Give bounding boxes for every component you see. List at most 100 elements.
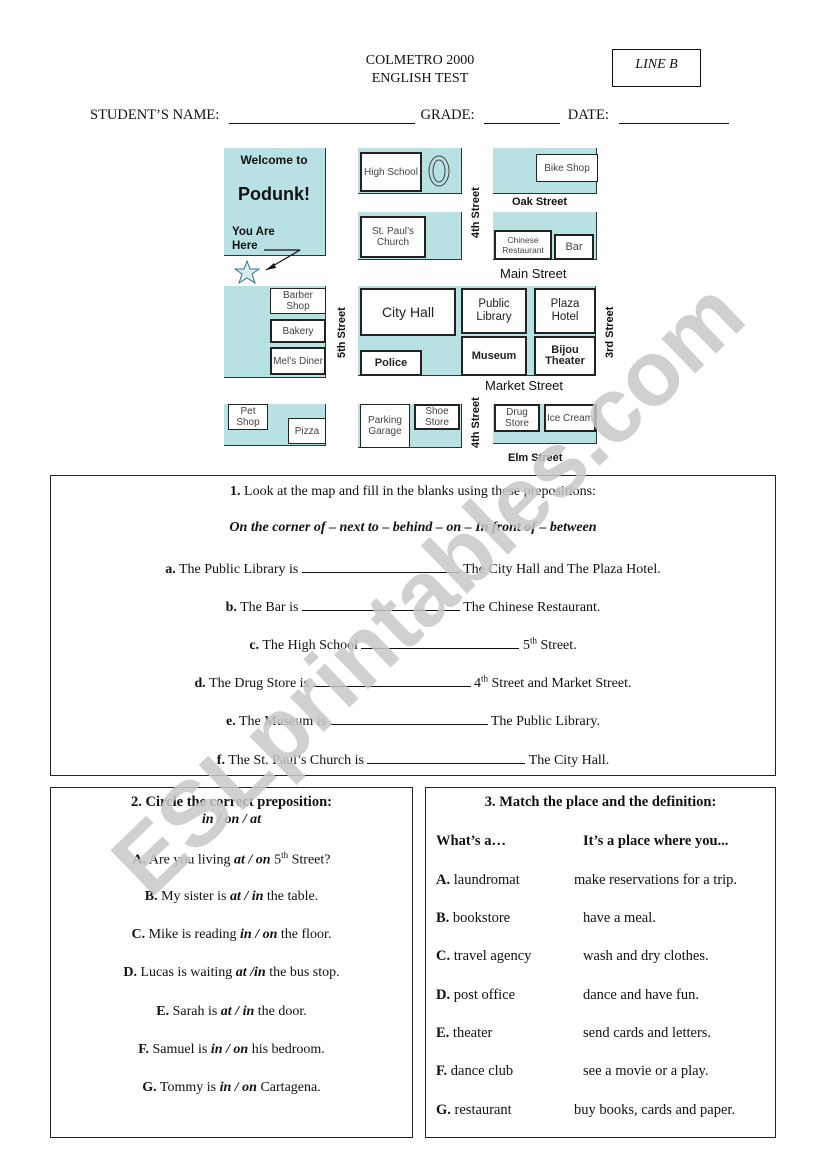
item-text-after: Cartagena. — [260, 1080, 321, 1095]
place-name: laundromat — [453, 872, 520, 888]
match-definition[interactable]: have a meal. — [583, 910, 656, 927]
answer-blank[interactable] — [329, 711, 488, 725]
place-name: bookstore — [452, 910, 511, 926]
match-place[interactable]: B. bookstore — [436, 910, 510, 927]
item-text-before: Are you living — [148, 852, 231, 868]
item-text-after: The City Hall. — [528, 753, 610, 768]
student-name-field[interactable] — [228, 108, 415, 124]
item-letter: D. — [436, 987, 451, 1003]
item-text-after: the floor. — [280, 927, 332, 942]
street-main: Main Street — [500, 266, 567, 281]
building-police: Police — [360, 350, 422, 376]
match-definition[interactable]: send cards and letters. — [583, 1025, 711, 1042]
exercise-3-box: 3. Match the place and the definition: W… — [425, 787, 776, 1138]
item-letter: F. — [138, 1042, 149, 1057]
item-letter: C. — [131, 927, 146, 942]
preposition-choice[interactable]: in / on — [240, 927, 277, 942]
exercise-1-item: f. The St. Paul’s Church is The City Hal… — [51, 750, 775, 769]
track-oval-icon — [428, 155, 450, 187]
building-public-library: Public Library — [461, 288, 527, 334]
building-drug-store: Drug Store — [494, 404, 540, 432]
match-place[interactable]: A. laundromat — [436, 872, 520, 889]
student-name-label: STUDENT’S NAME: — [90, 107, 220, 123]
exercise-2-item: C. Mike is reading in / on the floor. — [51, 927, 412, 943]
match-place[interactable]: E. theater — [436, 1025, 492, 1042]
item-letter: a. — [165, 562, 176, 577]
map-welcome-text: Welcome to — [240, 153, 308, 167]
building-parking-garage: Parking Garage — [360, 404, 410, 448]
item-text-before: The St. Paul’s Church is — [228, 753, 364, 768]
item-text-before: The Bar is — [240, 600, 299, 615]
answer-blank[interactable] — [367, 750, 526, 764]
street-oak: Oak Street — [512, 196, 568, 208]
item-text-before: Samuel is — [152, 1042, 208, 1057]
street-market: Market Street — [485, 378, 564, 393]
match-definition[interactable]: wash and dry clothes. — [583, 948, 709, 965]
grade-label: GRADE: — [420, 107, 475, 123]
item-letter: C. — [436, 948, 451, 964]
preposition-choice[interactable]: in / on — [211, 1042, 248, 1057]
preposition-choice[interactable]: at / in — [230, 889, 263, 904]
place-name: dance club — [450, 1063, 514, 1079]
match-definition[interactable]: see a movie or a play. — [583, 1063, 708, 1080]
building-st-pauls-church: St. Paul’s Church — [360, 216, 426, 258]
exercise-1-number: 1. — [230, 484, 241, 499]
match-place[interactable]: F. dance club — [436, 1063, 513, 1080]
item-letter: d. — [194, 676, 206, 691]
item-ordinal-suffix: th — [529, 635, 537, 646]
exercise-1-box: 1. Look at the map and fill in the blank… — [50, 475, 776, 776]
answer-blank[interactable] — [301, 559, 460, 573]
item-text-after: The City Hall and The Plaza Hotel. — [463, 562, 661, 577]
item-ordinal-number: 5 — [522, 638, 530, 653]
line-label-box: LINE B — [612, 49, 701, 87]
answer-blank[interactable] — [361, 635, 520, 649]
item-text-before: The Public Library is — [178, 562, 299, 577]
answer-blank[interactable] — [301, 597, 460, 611]
building-pizza: Pizza — [288, 418, 326, 444]
match-place[interactable]: D. post office — [436, 987, 515, 1004]
match-definition[interactable]: buy books, cards and paper. — [574, 1102, 735, 1119]
item-letter: B. — [144, 889, 158, 904]
item-letter: f. — [216, 753, 225, 768]
preposition-choice[interactable]: in / on — [220, 1080, 257, 1095]
preposition-list-text: On the corner of – next to – behind – on… — [229, 520, 597, 535]
match-place[interactable]: G. restaurant — [436, 1102, 512, 1119]
building-city-hall: City Hall — [360, 288, 456, 336]
item-letter: G. — [436, 1102, 451, 1118]
student-info-row: STUDENT’S NAME: GRADE: DATE: — [90, 107, 729, 124]
street-4th-top: 4th Street — [470, 187, 482, 238]
item-letter: E. — [156, 1004, 170, 1019]
item-letter: D. — [123, 965, 137, 980]
preposition-choice[interactable]: at /in — [236, 965, 266, 980]
town-map: Welcome to Podunk! You Are Here High Sch… — [224, 148, 624, 468]
column-header-place: What’s a… — [436, 833, 506, 849]
item-text-before: The Drug Store is — [209, 676, 309, 691]
item-letter: b. — [225, 600, 237, 615]
match-place[interactable]: C. travel agency — [436, 948, 531, 965]
place-name: travel agency — [453, 948, 532, 964]
answer-blank[interactable] — [312, 673, 471, 687]
street-3rd: 3rd Street — [604, 306, 616, 358]
building-museum: Museum — [461, 336, 527, 376]
preposition-choice[interactable]: at / on — [234, 853, 271, 868]
street-5th: 5th Street — [336, 307, 348, 358]
place-name: theater — [452, 1025, 493, 1041]
item-text-after: his bedroom. — [251, 1042, 325, 1057]
match-definition[interactable]: make reservations for a trip. — [574, 872, 737, 889]
item-letter: G. — [142, 1080, 157, 1095]
building-bakery: Bakery — [270, 319, 326, 343]
map-town-name: Podunk! — [238, 184, 310, 204]
exercise-1-instruction: 1. Look at the map and fill in the blank… — [51, 484, 775, 500]
date-field[interactable] — [618, 108, 729, 124]
exercise-1-instruction-text: Look at the map and fill in the blanks u… — [244, 484, 596, 499]
preposition-choice[interactable]: at / in — [221, 1004, 254, 1019]
street-elm: Elm Street — [508, 452, 563, 464]
place-name: post office — [453, 987, 516, 1003]
item-text-before: The High School — [262, 638, 358, 653]
item-text-after: the table. — [266, 889, 319, 904]
item-letter: A. — [436, 872, 451, 888]
item-text-after: The Public Library. — [490, 714, 600, 729]
grade-field[interactable] — [484, 108, 561, 124]
match-definition[interactable]: dance and have fun. — [583, 987, 699, 1004]
building-chinese-restaurant: Chinese Restaurant — [494, 230, 552, 260]
